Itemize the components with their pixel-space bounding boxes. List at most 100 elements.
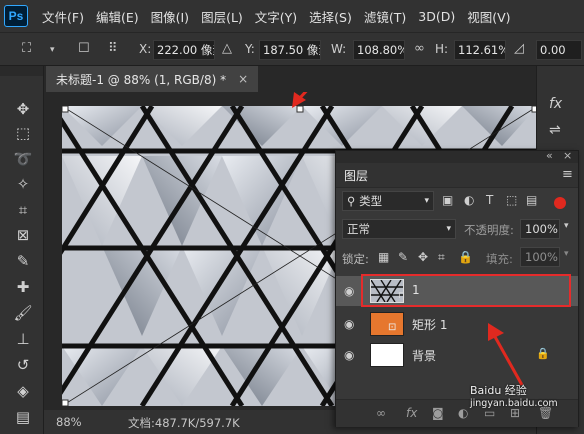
lock-all-icon[interactable]: 🔒 xyxy=(458,250,473,264)
layer-name[interactable]: 矩形 1 xyxy=(412,316,447,333)
visibility-eye-icon[interactable]: ◉ xyxy=(344,284,354,298)
fill-field[interactable]: 100% xyxy=(520,247,560,267)
filter-smart-object-icon[interactable]: ▤ xyxy=(526,193,537,207)
layer-row-1[interactable]: ◉ ⊓ 1 xyxy=(336,274,578,307)
reference-point-icon[interactable]: ⛶ xyxy=(22,41,31,56)
chevron-down-icon: ▾ xyxy=(446,224,451,234)
blend-mode-value: 正常 xyxy=(347,222,370,236)
lock-icon: 🔒 xyxy=(536,347,550,360)
h-label: H: xyxy=(435,42,449,56)
chevron-down-icon: ▾ xyxy=(424,196,429,206)
menu-3d[interactable]: 3D(D) xyxy=(412,9,461,24)
stamp-tool-icon[interactable]: ⊥ xyxy=(12,328,34,350)
adjustment-layer-icon[interactable]: ◐ xyxy=(458,406,468,420)
search-icon: ⚲ xyxy=(347,194,360,208)
document-tab-title: 未标题-1 @ 88% (1, RGB/8) * xyxy=(56,72,227,87)
options-bar: ⛶ ▾ ☐ ⠿ X: 222.00 像素 △ Y: 187.50 像素 W: 1… xyxy=(0,32,584,66)
lock-pixels-icon[interactable]: ✎ xyxy=(398,250,408,264)
lock-position-icon[interactable]: ✥ xyxy=(418,250,428,264)
toolbar-grip[interactable] xyxy=(0,66,43,76)
height-field[interactable]: 112.61% xyxy=(454,40,506,60)
menu-type[interactable]: 文字(Y) xyxy=(249,7,303,26)
selection-highlight-box xyxy=(361,274,571,307)
eraser-tool-icon[interactable]: ◈ xyxy=(12,380,34,402)
lock-transparent-icon[interactable]: ▦ xyxy=(378,250,389,264)
adjustments-icon[interactable]: ⇌ xyxy=(549,122,561,138)
opacity-field[interactable]: 100% xyxy=(520,219,560,239)
layers-panel-titlebar[interactable]: « × xyxy=(336,149,578,163)
menu-edit[interactable]: 编辑(E) xyxy=(90,7,145,26)
add-mask-icon[interactable]: ◙ xyxy=(432,406,444,420)
layer-row-2[interactable]: ◉ ⊡ 矩形 1 xyxy=(336,309,578,339)
angle-field[interactable]: 0.00 xyxy=(536,40,582,60)
filter-toggle-icon[interactable] xyxy=(554,197,566,209)
fx-icon[interactable]: fx xyxy=(549,96,562,112)
collapse-panel-icon[interactable]: « xyxy=(546,149,553,162)
layer-filter-select[interactable]: ⚲ 类型 ▾ xyxy=(342,191,434,211)
x-position-field[interactable]: 222.00 像素 xyxy=(153,40,215,60)
gradient-tool-icon[interactable]: ▤ xyxy=(12,406,34,428)
menu-bar: Ps 文件(F) 编辑(E) 图像(I) 图层(L) 文字(Y) 选择(S) 滤… xyxy=(0,0,584,32)
blend-mode-select[interactable]: 正常 ▾ xyxy=(342,219,456,239)
document-info: 文档:487.7K/597.7K xyxy=(128,416,240,430)
chevron-down-icon[interactable]: ▾ xyxy=(564,249,569,259)
document-tab-bar: 未标题-1 @ 88% (1, RGB/8) * × xyxy=(44,66,536,92)
layer-thumbnail xyxy=(370,343,404,367)
lock-artboard-icon[interactable]: ⌗ xyxy=(438,250,445,265)
frame-tool-icon[interactable]: ⊠ xyxy=(12,224,34,246)
fill-label: 填充: xyxy=(486,252,513,266)
lasso-tool-icon[interactable]: ➰ xyxy=(12,148,34,170)
magic-wand-tool-icon[interactable]: ✧ xyxy=(12,173,34,195)
move-tool-icon[interactable]: ✥ xyxy=(12,98,34,120)
menu-view[interactable]: 视图(V) xyxy=(461,7,516,26)
filter-shape-icon[interactable]: ⬚ xyxy=(506,193,517,207)
layer-row-3[interactable]: ◉ 背景 🔒 xyxy=(336,340,578,370)
layer-name[interactable]: 背景 xyxy=(412,347,436,364)
close-tab-icon[interactable]: × xyxy=(238,72,248,86)
reference-grid-icon[interactable]: ⠿ xyxy=(108,41,118,56)
rotate-icon[interactable]: ◿ xyxy=(514,41,524,56)
menu-filter[interactable]: 滤镜(T) xyxy=(358,7,412,26)
crop-tool-icon[interactable]: ⌗ xyxy=(12,199,34,221)
layer-filter-label: 类型 xyxy=(359,194,383,208)
zoom-level[interactable]: 88% xyxy=(56,415,82,429)
delta-icon[interactable]: △ xyxy=(222,41,232,56)
brush-tool-icon[interactable]: 🖌 xyxy=(12,302,34,324)
filter-adjustment-icon[interactable]: ◐ xyxy=(464,193,474,207)
chevron-down-icon[interactable]: ▾ xyxy=(50,45,55,55)
filter-pixel-icon[interactable]: ▣ xyxy=(442,193,453,207)
layer-thumbnail xyxy=(370,312,404,336)
checkbox-icon[interactable]: ☐ xyxy=(78,41,90,56)
link-icon[interactable]: ∞ xyxy=(414,41,425,56)
opacity-label: 不透明度: xyxy=(464,223,514,237)
menu-layer[interactable]: 图层(L) xyxy=(195,7,249,26)
y-position-field[interactable]: 187.50 像素 xyxy=(259,40,321,60)
photoshop-logo: Ps xyxy=(4,5,28,27)
fx-icon[interactable]: fx xyxy=(406,406,417,420)
filter-type-icon[interactable]: T xyxy=(486,193,493,207)
history-brush-tool-icon[interactable]: ↺ xyxy=(12,354,34,376)
visibility-eye-icon[interactable]: ◉ xyxy=(344,317,354,331)
menu-file[interactable]: 文件(F) xyxy=(36,7,90,26)
width-field[interactable]: 108.80% xyxy=(353,40,405,60)
shape-layer-icon: ⊡ xyxy=(388,322,397,333)
chevron-down-icon[interactable]: ▾ xyxy=(564,221,569,231)
x-label: X: xyxy=(139,42,152,56)
marquee-tool-icon[interactable]: ⬚ xyxy=(12,122,34,144)
link-layers-icon[interactable]: ∞ xyxy=(376,406,386,420)
watermark-line1: Baidu 经验 xyxy=(470,384,527,397)
w-label: W: xyxy=(331,42,347,56)
healing-brush-tool-icon[interactable]: ✚ xyxy=(12,276,34,298)
close-panel-icon[interactable]: × xyxy=(563,149,572,162)
tools-panel: ✥ ⬚ ➰ ✧ ⌗ ⊠ ✎ ✚ 🖌 ⊥ ↺ ◈ ▤ xyxy=(0,66,44,434)
document-tab[interactable]: 未标题-1 @ 88% (1, RGB/8) * × xyxy=(46,66,259,92)
watermark: Baidu 经验 jingyan.baidu.com xyxy=(470,384,558,410)
panel-menu-icon[interactable]: ≡ xyxy=(562,167,573,182)
y-label: Y: xyxy=(245,42,255,56)
layers-panel-title[interactable]: 图层 xyxy=(344,167,368,184)
layers-panel-header: 图层 ≡ xyxy=(336,163,578,188)
menu-image[interactable]: 图像(I) xyxy=(145,7,195,26)
visibility-eye-icon[interactable]: ◉ xyxy=(344,348,354,362)
eyedropper-tool-icon[interactable]: ✎ xyxy=(12,250,34,272)
menu-select[interactable]: 选择(S) xyxy=(303,7,358,26)
